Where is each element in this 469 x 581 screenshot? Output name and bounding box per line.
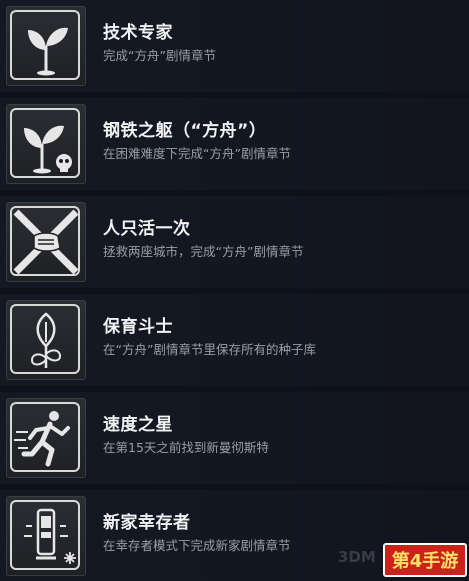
achievement-icon-frame: [6, 398, 86, 478]
achievement-title: 新家幸存者: [103, 513, 191, 533]
achievement-description: 拯救两座城市，完成“方舟”剧情章节: [103, 244, 304, 259]
achievement-title: 技术专家: [103, 23, 173, 43]
achievement-description: 在幸存者模式下完成新家剧情章节: [103, 538, 291, 553]
achievement-title: 保育斗士: [103, 317, 173, 337]
achievement-list: 技术专家 完成“方舟”剧情章节 钢铁之躯（“方舟”） 在困难难度下完成“方舟”剧…: [0, 0, 469, 581]
achievement-row[interactable]: 保育斗士 在“方舟”剧情章节里保存所有的种子库: [0, 294, 469, 386]
achievement-title: 速度之星: [103, 415, 173, 435]
achievement-row[interactable]: 钢铁之躯（“方舟”） 在困难难度下完成“方舟”剧情章节: [0, 98, 469, 190]
achievement-title: 人只活一次: [103, 219, 191, 239]
watermark-text: 3DM: [338, 548, 376, 566]
achievement-description: 在第15天之前找到新曼彻斯特: [103, 440, 269, 455]
achievement-title: 钢铁之躯（“方舟”）: [103, 121, 267, 141]
brand-logo: 第4手游: [383, 543, 467, 577]
generator-snowflake-icon: [24, 508, 76, 564]
sprout-skull-icon: [24, 125, 72, 174]
achievement-icon-frame: [6, 496, 86, 576]
achievement-row[interactable]: 技术专家 完成“方舟”剧情章节: [0, 0, 469, 92]
achievement-icon-frame: [6, 104, 86, 184]
achievement-row[interactable]: 人只活一次 拯救两座城市，完成“方舟”剧情章节: [0, 196, 469, 288]
cross-hands-icon: [13, 209, 79, 275]
achievement-description: 在“方舟”剧情章节里保存所有的种子库: [103, 342, 316, 357]
achievement-description: 在困难难度下完成“方舟”剧情章节: [103, 146, 291, 161]
sprout-icon: [28, 27, 68, 76]
achievement-icon-frame: [6, 6, 86, 86]
running-man-icon: [14, 411, 70, 467]
achievement-row[interactable]: 速度之星 在第15天之前找到新曼彻斯特: [0, 392, 469, 484]
achievement-icon-frame: [6, 202, 86, 282]
flower-bud-icon: [30, 312, 62, 368]
achievement-description: 完成“方舟”剧情章节: [103, 48, 216, 63]
achievement-icon-frame: [6, 300, 86, 380]
